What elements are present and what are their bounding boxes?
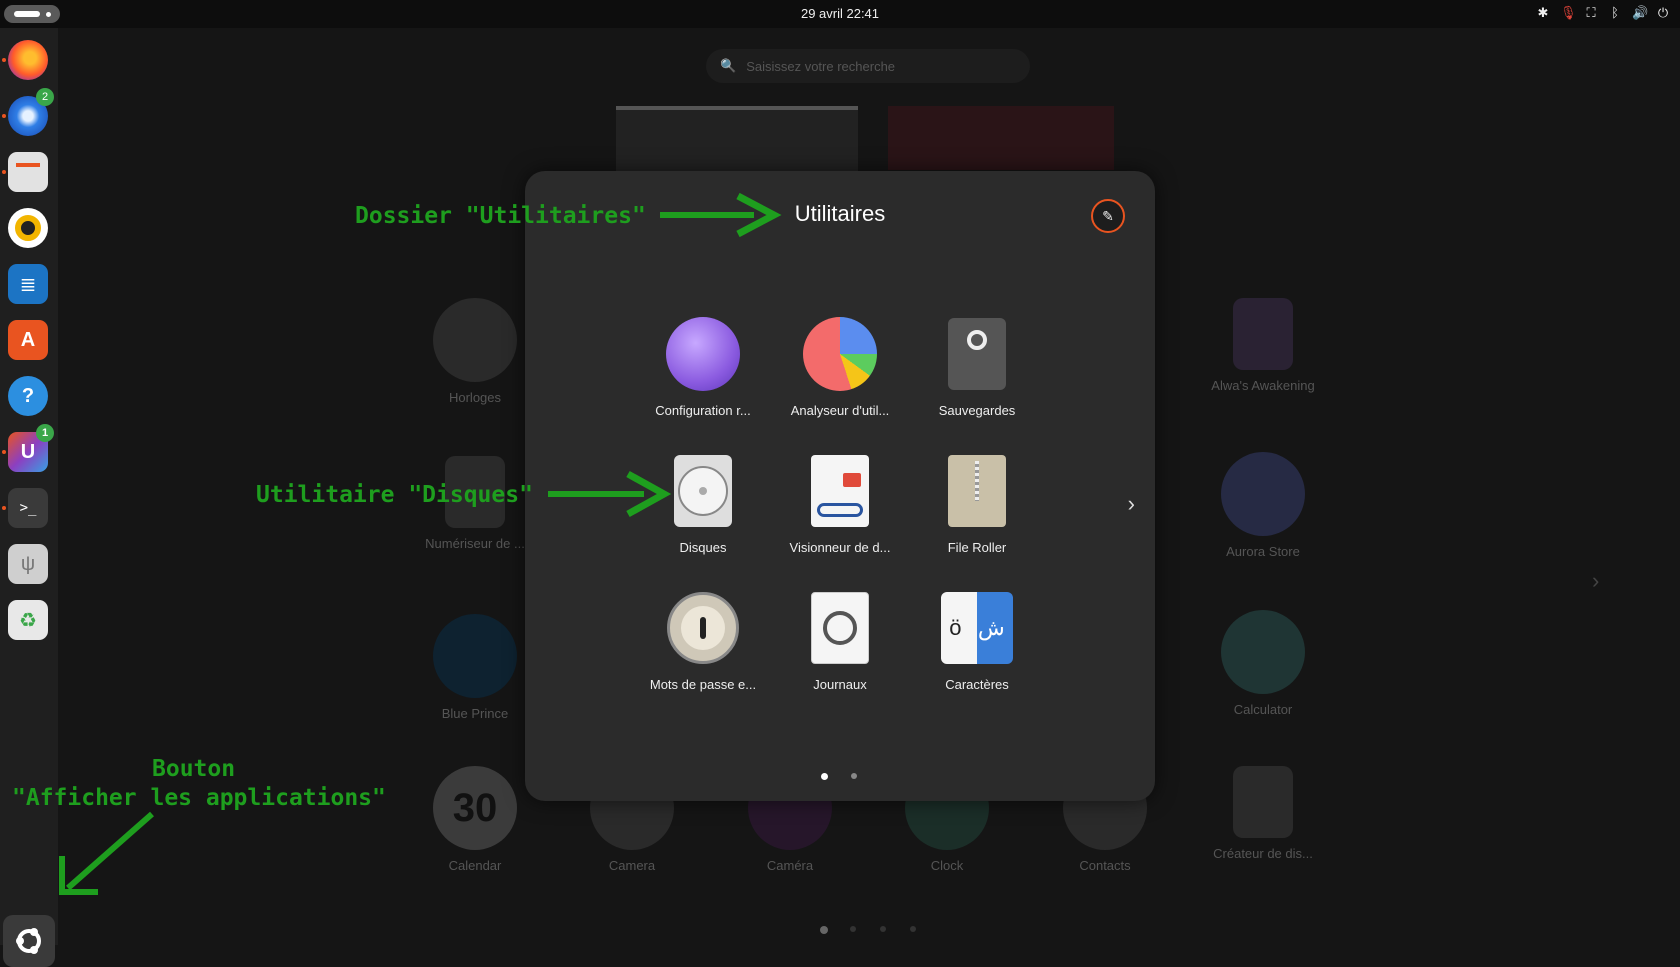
app-label: Disques xyxy=(679,540,727,555)
workspace-thumbnail-1[interactable] xyxy=(616,106,858,174)
app-journaux[interactable]: Journaux xyxy=(773,591,907,692)
app-configuration-reseau[interactable]: Configuration r... xyxy=(636,317,770,418)
disk-icon xyxy=(666,454,740,528)
app-label: Numériseur de ... xyxy=(425,536,525,551)
app-aurora[interactable]: Aurora Store xyxy=(1183,452,1343,559)
alwa-icon xyxy=(1233,298,1293,370)
app-label: Sauvegardes xyxy=(938,403,1016,418)
app-label: Aurora Store xyxy=(1226,544,1300,559)
thunderbird-badge: 2 xyxy=(36,88,54,106)
folder-page-dot-1[interactable] xyxy=(821,773,828,780)
arrow-disks-icon xyxy=(548,470,672,518)
annotation-folder: Dossier "Utilitaires" xyxy=(355,203,646,229)
page-dot-1[interactable] xyxy=(820,926,828,934)
top-bar: 29 avril 22:41 ✱ 🎙 ⛶ ᛒ 🔊 ⏻ xyxy=(0,0,1680,28)
folder-next-page-icon[interactable]: › xyxy=(1128,491,1135,517)
calculator-icon xyxy=(1221,610,1305,694)
edit-folder-button[interactable]: ✎ xyxy=(1091,199,1125,233)
rhythmbox-icon[interactable] xyxy=(8,208,48,248)
search-placeholder: Saisissez votre recherche xyxy=(746,58,896,74)
app-label: Visionneur de d... xyxy=(789,540,891,555)
usb-icon[interactable]: ψ xyxy=(8,544,48,584)
app-label: Journaux xyxy=(813,677,867,692)
logs-magnifier-icon xyxy=(803,591,877,665)
app-sauvegardes[interactable]: Sauvegardes xyxy=(910,317,1044,418)
aurora-store-icon xyxy=(1221,452,1305,536)
terminal-icon[interactable]: >_ xyxy=(8,488,48,528)
search-bar[interactable]: 🔍 Saisissez votre recherche xyxy=(706,49,1030,83)
document-viewer-icon xyxy=(803,454,877,528)
ubuntu-logo-icon xyxy=(16,928,41,954)
trash-icon[interactable]: ♻ xyxy=(8,600,48,640)
app-label: File Roller xyxy=(947,540,1007,555)
search-icon: 🔍 xyxy=(720,58,737,73)
app-label: Alwa's Awakening xyxy=(1211,378,1315,393)
app-label: Clock xyxy=(930,858,964,873)
show-applications-button[interactable] xyxy=(3,915,55,967)
app-visionneur[interactable]: Visionneur de d... xyxy=(773,454,907,555)
app-label: Mots de passe e... xyxy=(649,677,757,692)
app-label: Configuration r... xyxy=(655,403,751,418)
app-createur[interactable]: Créateur de dis... xyxy=(1183,766,1343,861)
page-dot-3[interactable] xyxy=(880,926,886,932)
app-mots-de-passe[interactable]: Mots de passe e... xyxy=(636,591,770,692)
app-label: Contacts xyxy=(1079,858,1131,873)
app-label: Créateur de dis... xyxy=(1213,846,1313,861)
thunderbird-icon[interactable]: 2 xyxy=(8,88,54,136)
backup-safe-icon xyxy=(940,317,1014,391)
app-label: Analyseur d'util... xyxy=(790,403,890,418)
ubuntu-cleaner-icon[interactable]: U1 xyxy=(8,424,54,472)
files-icon[interactable] xyxy=(8,152,48,192)
page-dot-4[interactable] xyxy=(910,926,916,932)
annotation-button-line1: Bouton xyxy=(152,756,236,782)
calendar-icon: 30 xyxy=(433,766,517,850)
calendar-day: 30 xyxy=(452,785,498,830)
app-caracteres[interactable]: öش Caractères xyxy=(910,591,1044,692)
microphone-icon[interactable]: 🎙 xyxy=(1560,5,1577,21)
blue-prince-icon xyxy=(433,614,517,698)
app-alwa[interactable]: Alwa's Awakening xyxy=(1183,298,1343,393)
password-lock-icon xyxy=(666,591,740,665)
clock-app-icon xyxy=(433,298,517,382)
app-center-icon[interactable]: A xyxy=(8,320,48,360)
arrow-folder-icon xyxy=(660,192,782,238)
app-label: Calculator xyxy=(1233,702,1293,717)
annotation-disks: Utilitaire "Disques" xyxy=(256,482,533,508)
cleaner-badge: 1 xyxy=(36,424,54,442)
app-file-roller[interactable]: File Roller xyxy=(910,454,1044,555)
background-next-page-icon[interactable]: › xyxy=(1592,568,1599,594)
app-calculator[interactable]: Calculator xyxy=(1183,610,1343,717)
volume-icon[interactable]: 🔊 xyxy=(1632,5,1648,21)
archive-icon xyxy=(940,454,1014,528)
folder-page-dot-2[interactable] xyxy=(851,773,857,779)
clock[interactable]: 29 avril 22:41 xyxy=(0,6,1680,21)
app-label: Blue Prince xyxy=(441,706,509,721)
network-icon[interactable]: ⛶ xyxy=(1584,5,1598,21)
arrow-show-apps-icon xyxy=(59,811,154,895)
app-label: Calendar xyxy=(448,858,502,873)
characters-icon: öش xyxy=(940,591,1014,665)
help-icon[interactable]: ? xyxy=(8,376,48,416)
page-dot-2[interactable] xyxy=(850,926,856,932)
app-analyseur[interactable]: Analyseur d'util... xyxy=(773,317,907,418)
firefox-icon[interactable] xyxy=(8,40,48,80)
pie-chart-icon xyxy=(803,317,877,391)
pencil-icon: ✎ xyxy=(1102,207,1114,224)
app-label: Caractères xyxy=(945,677,1009,692)
power-icon[interactable]: ⏻ xyxy=(1656,5,1670,21)
app-label: Caméra xyxy=(766,858,814,873)
accessibility-icon[interactable]: ✱ xyxy=(1536,5,1550,21)
app-label: Camera xyxy=(608,858,656,873)
network-globe-icon xyxy=(666,317,740,391)
writer-icon[interactable]: ≣ xyxy=(8,264,48,304)
bluetooth-icon[interactable]: ᛒ xyxy=(1608,5,1622,21)
app-label: Horloges xyxy=(448,390,502,405)
system-tray[interactable]: ✱ 🎙 ⛶ ᛒ 🔊 ⏻ xyxy=(1536,5,1670,21)
startup-disk-icon xyxy=(1233,766,1293,838)
workspace-thumbnail-2[interactable] xyxy=(888,106,1114,170)
